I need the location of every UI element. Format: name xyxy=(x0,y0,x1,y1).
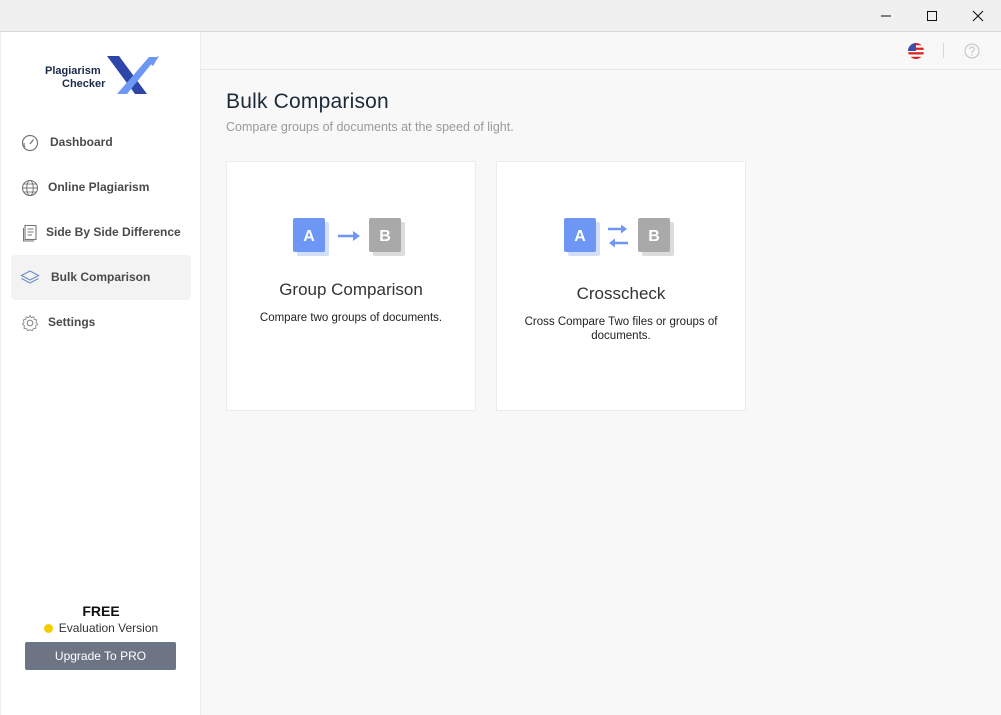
tile-b-label: B xyxy=(379,228,391,245)
close-icon xyxy=(972,10,984,21)
sidebar-item-label: Settings xyxy=(48,315,96,329)
close-button[interactable] xyxy=(955,0,1001,31)
card-title: Crosscheck xyxy=(576,284,666,303)
maximize-button[interactable] xyxy=(909,0,955,31)
card-description: Cross Compare Two files or groups of doc… xyxy=(524,316,718,342)
logo-line1: Plagiarism xyxy=(45,65,101,77)
group-comparison-card[interactable]: A B Group Comparison Compare two groups … xyxy=(226,161,476,411)
sidebar-nav: Dashboard Online Plagiarism Side By Side… xyxy=(11,120,191,345)
crosscheck-illustration: A B xyxy=(497,217,745,259)
minimize-icon xyxy=(881,15,891,16)
sidebar: Plagiarism Checker Dashboard Online Plag… xyxy=(1,32,201,715)
title-bar xyxy=(0,0,1001,31)
minimize-button[interactable] xyxy=(863,0,909,31)
plan-title: FREE xyxy=(82,603,120,619)
card-description: Compare two groups of documents. xyxy=(259,312,443,324)
page-title: Bulk Comparison xyxy=(226,90,389,113)
topbar-divider xyxy=(943,43,944,58)
sidebar-item-label: Bulk Comparison xyxy=(51,270,151,284)
top-bar xyxy=(201,32,1001,70)
status-dot xyxy=(43,623,53,633)
app-window: Plagiarism Checker Dashboard Online Plag… xyxy=(0,31,1001,715)
card-title: Group Comparison xyxy=(279,280,423,299)
sidebar-item-label: Dashboard xyxy=(50,135,113,149)
help-icon[interactable] xyxy=(964,43,980,59)
sidebar-item-settings[interactable]: Settings xyxy=(11,300,191,345)
tile-a-label: A xyxy=(303,228,315,245)
group-comparison-illustration: A B xyxy=(227,217,475,259)
sidebar-item-label: Online Plagiarism xyxy=(48,180,150,194)
tile-a-label: A xyxy=(574,228,586,245)
gauge-icon xyxy=(20,133,40,153)
sidebar-item-label: Side By Side Difference xyxy=(46,225,181,239)
page-subtitle: Compare groups of documents at the speed… xyxy=(226,120,514,134)
upgrade-button[interactable]: Upgrade To PRO xyxy=(25,642,176,670)
plan-subtitle: Evaluation Version xyxy=(58,621,159,635)
tile-b-label: B xyxy=(648,228,660,245)
maximize-icon xyxy=(927,10,937,21)
logo: Plagiarism Checker xyxy=(41,52,161,98)
plan-panel: FREE Evaluation Version Upgrade To PRO xyxy=(1,603,201,670)
logo-line2: Checker xyxy=(62,78,106,90)
document-icon xyxy=(20,223,40,243)
sidebar-item-side-by-side[interactable]: Side By Side Difference xyxy=(11,210,191,255)
sidebar-item-online-plagiarism[interactable]: Online Plagiarism xyxy=(11,165,191,210)
crosscheck-card[interactable]: A B Crosscheck Cross Compare Two files o… xyxy=(496,161,746,411)
logo-x-mark xyxy=(107,56,159,94)
gear-icon xyxy=(20,313,40,333)
sidebar-item-bulk-comparison[interactable]: Bulk Comparison xyxy=(11,255,191,300)
us-flag-icon[interactable] xyxy=(908,43,924,59)
globe-icon xyxy=(20,178,40,198)
sidebar-item-dashboard[interactable]: Dashboard xyxy=(11,120,191,165)
main-content: Bulk Comparison Compare groups of docume… xyxy=(201,32,1001,715)
layers-icon xyxy=(20,268,40,288)
plan-subtitle-row: Evaluation Version xyxy=(1,621,201,635)
